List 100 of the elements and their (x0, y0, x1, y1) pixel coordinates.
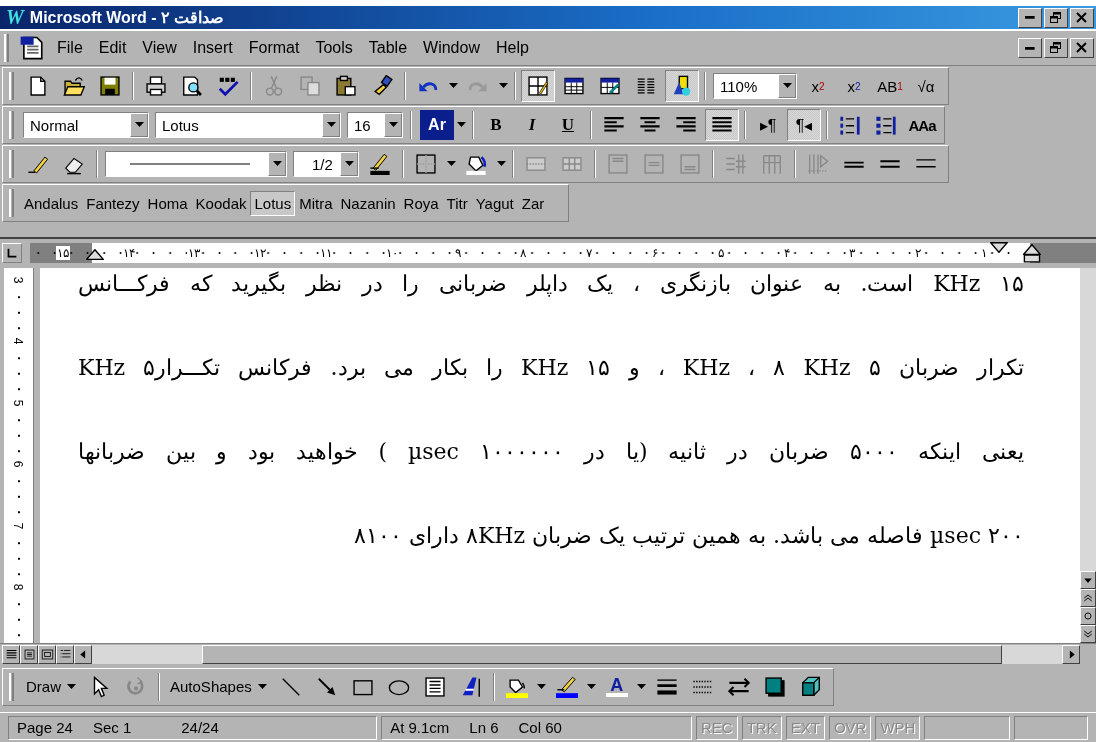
underline-button[interactable]: U (551, 109, 585, 142)
scroll-down-button[interactable] (1080, 570, 1096, 589)
style-field[interactable]: Normal (23, 112, 149, 139)
scroll-right-button[interactable] (1062, 644, 1080, 664)
caret-icon (587, 683, 597, 690)
line-style-field[interactable] (105, 151, 287, 178)
font-button[interactable]: Nazanin (336, 190, 400, 216)
menu-item[interactable]: Tools (307, 37, 361, 60)
menu-item[interactable]: Window (415, 37, 488, 60)
font-button[interactable]: Yagut (471, 190, 518, 216)
menu-item[interactable]: Insert (184, 37, 241, 60)
autoshapes-menu-button[interactable]: AutoShapes (164, 678, 273, 695)
restore-button[interactable] (1044, 7, 1068, 28)
print-layout-view-icon (40, 647, 54, 661)
numbering-icon (839, 114, 861, 137)
bold-button[interactable]: B (479, 109, 513, 142)
web-layout-view-button[interactable] (20, 644, 38, 664)
close-button[interactable] (1070, 38, 1094, 59)
document-page[interactable] (40, 267, 1080, 643)
toolbar-grip[interactable] (9, 150, 14, 179)
font-button[interactable]: Homa (143, 190, 192, 216)
script-button[interactable]: AB$^{1}$ (873, 70, 907, 103)
menu-item[interactable]: Edit (90, 37, 135, 60)
arrow-icon (315, 675, 338, 698)
print-layout-view-button[interactable] (38, 644, 56, 664)
zoom-field[interactable]: 110% (713, 73, 797, 100)
menu-item[interactable]: Help (487, 37, 537, 60)
document-icon (19, 35, 45, 62)
dropdown-button[interactable] (384, 113, 402, 138)
font-button[interactable]: Lotus (250, 190, 296, 216)
caret-icon (272, 161, 282, 168)
line-sample-icon (130, 162, 250, 167)
toolbar-grip[interactable] (9, 72, 14, 101)
drawing-button[interactable] (665, 70, 699, 103)
toolbar-grip[interactable] (9, 672, 14, 701)
menu-item[interactable]: Format (240, 37, 308, 60)
minimize-button[interactable] (1018, 38, 1042, 59)
3d-icon (799, 675, 822, 698)
outline-view-button[interactable] (56, 644, 74, 664)
right-to-left-button[interactable]: ¶◂ (787, 109, 821, 142)
dropdown-button[interactable] (268, 152, 286, 177)
change-case-button[interactable]: AAa (905, 109, 939, 142)
menu-item[interactable]: Table (360, 37, 416, 60)
text-line: تکرار ضربان ۵ KHz ، ۸ KHz ، و ۱۵ KHz را بکار می برد. فرکانس تکـــرار۵ KHz (78, 353, 1024, 383)
font-button[interactable]: Andalus (20, 190, 83, 216)
restore-icon (1048, 9, 1064, 26)
align-top-icon (607, 153, 629, 176)
draw-menu-button[interactable]: Draw (20, 678, 82, 695)
line-weight-field[interactable]: 1/2 (293, 151, 359, 178)
font-button[interactable]: Titr (442, 190, 472, 216)
caret-icon (326, 122, 336, 129)
menu-item[interactable]: File (49, 37, 91, 60)
minimize-icon (1025, 16, 1035, 19)
print-icon (145, 75, 167, 98)
normal-view-button[interactable] (2, 644, 20, 664)
caret-icon (537, 683, 547, 690)
minimize-icon (1025, 46, 1035, 50)
scrollbar-thumb[interactable] (202, 644, 1002, 664)
toolbar-grip[interactable] (4, 34, 9, 63)
ruler-number: 8 (12, 583, 25, 591)
script-button[interactable]: √α (909, 70, 943, 103)
menu-item[interactable]: View (134, 37, 185, 60)
toolbar-grip[interactable] (9, 189, 14, 218)
font-color-button[interactable]: A (599, 670, 634, 703)
ruler-number: ۱۵ (55, 246, 70, 261)
app-logo: W (6, 6, 24, 29)
dropdown-button[interactable] (778, 74, 796, 99)
script-button[interactable]: Ar (420, 110, 454, 141)
dropdown-button[interactable] (322, 113, 340, 138)
font-size-field[interactable]: 16 (347, 112, 403, 139)
tables-and-borders-button[interactable] (521, 70, 555, 103)
font-field[interactable]: Lotus (155, 112, 341, 139)
web-layout-view-icon (22, 647, 36, 661)
dropdown-button[interactable] (340, 152, 358, 177)
dropdown-button[interactable] (130, 113, 148, 138)
left-indent-icon (86, 249, 104, 261)
left-to-right-button[interactable]: ▸¶ (751, 109, 785, 142)
first-line-indent-icon (990, 242, 1008, 254)
font-button[interactable]: Zar (517, 190, 549, 216)
tab-selector[interactable] (2, 243, 22, 264)
vertical-scrollbar[interactable] (1080, 267, 1096, 643)
font-button[interactable]: Koodak (191, 190, 251, 216)
ruler[interactable]: ۱ ۲ ۳ ۴ ۵ ۶ ۷ ۸ ۹ ۱۰ ۱۱ ۱۲ ۱۳ ۱۴ ۱۵ (30, 243, 1096, 264)
close-button[interactable] (1070, 7, 1094, 28)
ruler-number: 4 (12, 337, 25, 345)
minimize-button[interactable] (1018, 7, 1042, 28)
restore-button[interactable] (1044, 38, 1068, 59)
toolbar-grip[interactable] (9, 111, 14, 140)
italic-button[interactable]: I (515, 109, 549, 142)
caret-icon (498, 83, 508, 90)
font-button[interactable]: Fantezy (82, 190, 144, 216)
script-button[interactable]: x$^{2}$ (801, 70, 835, 103)
ruler-number: 7 (12, 522, 25, 529)
caret-icon (344, 161, 354, 168)
ruler-number: 3 (12, 276, 25, 283)
font-button[interactable]: Roya (399, 190, 443, 216)
font-button[interactable]: Mitra (295, 190, 337, 216)
justify-button[interactable] (705, 109, 739, 142)
ruler-number: 6 (12, 460, 25, 468)
scroll-left-button[interactable] (74, 644, 92, 664)
